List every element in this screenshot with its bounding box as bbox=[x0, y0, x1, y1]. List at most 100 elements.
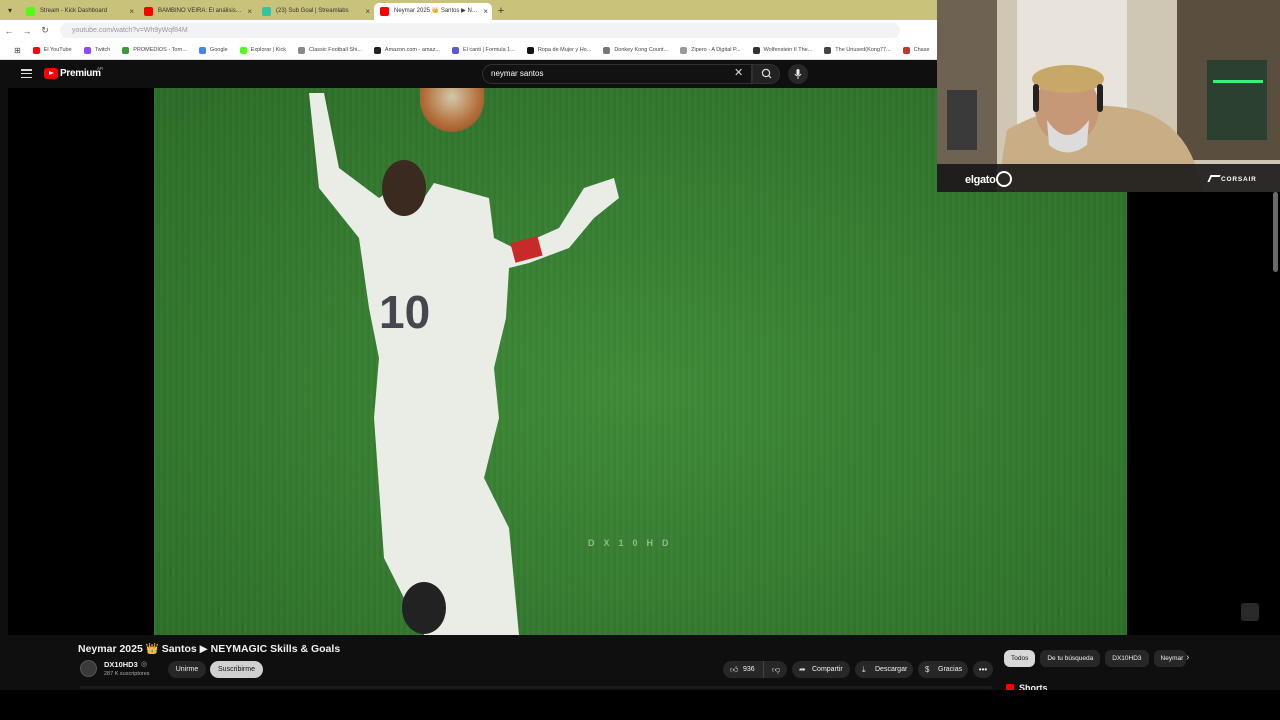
tab-search-icon[interactable]: ▾ bbox=[0, 0, 20, 20]
bookmark-favicon-icon bbox=[680, 46, 688, 54]
join-button[interactable]: Unirme bbox=[168, 661, 206, 678]
tab-label: Stream - Kick Dashboard bbox=[40, 8, 108, 14]
elgato-logo-icon bbox=[996, 171, 1012, 187]
super-thanks-icon: $ bbox=[925, 665, 930, 674]
bookmark-item[interactable]: El YouTube bbox=[32, 46, 72, 54]
bookmark-favicon-icon bbox=[239, 46, 247, 54]
svg-text:10: 10 bbox=[379, 286, 430, 338]
webcam-overlay: elgato CORSAIR bbox=[937, 0, 1280, 192]
bookmark-label: Donkey Kong Count... bbox=[614, 47, 669, 53]
subscribe-button[interactable]: Suscribirme bbox=[210, 661, 263, 678]
browser-tab-streamlabs[interactable]: (23) Sub Goal | Streamlabs × bbox=[256, 3, 374, 20]
download-button[interactable]: ⤓ Descargar bbox=[855, 661, 913, 678]
channel-subscribers: 287 K suscriptores bbox=[104, 671, 150, 677]
share-button[interactable]: ➦ Compartir bbox=[792, 661, 850, 678]
bottom-letterbox bbox=[0, 690, 1280, 720]
microphone-icon bbox=[794, 69, 802, 79]
dislike-button[interactable]: 👎︎ bbox=[763, 661, 787, 678]
share-arrow-icon: ➦ bbox=[799, 665, 806, 674]
streamlabs-icon bbox=[262, 7, 271, 16]
youtube-logo-icon[interactable] bbox=[44, 68, 58, 79]
bookmark-item[interactable]: Donkey Kong Count... bbox=[603, 46, 669, 54]
bookmark-label: Amazon.com - amaz... bbox=[384, 47, 440, 53]
download-icon: ⤓ bbox=[862, 665, 866, 674]
tab-label: Neymar 2025 👑 Santos ▶ NE... bbox=[394, 8, 481, 14]
chip-neymar[interactable]: Neymar bbox=[1153, 650, 1186, 667]
bookmark-item[interactable]: Explorar | Kick bbox=[239, 46, 287, 54]
search-input[interactable]: neymar santos bbox=[482, 64, 752, 84]
bookmarks-bar: ⊞ El YouTube Twitch PROMEDIOS - Torn... … bbox=[0, 41, 937, 60]
screen: ▾ Stream - Kick Dashboard × BAMBINO VEIR… bbox=[0, 0, 1280, 720]
bookmark-label: Classic Football Shi... bbox=[309, 47, 362, 53]
corsair-logo-icon bbox=[1207, 175, 1221, 182]
like-count: 936 bbox=[743, 666, 755, 673]
browser-tab-neymar[interactable]: Neymar 2025 👑 Santos ▶ NE... × bbox=[374, 3, 492, 20]
fullscreen-corner-icon[interactable] bbox=[1241, 603, 1259, 621]
url-field[interactable]: youtube.com/watch?v=Wh9yWqf84M bbox=[60, 23, 900, 38]
search-button[interactable] bbox=[752, 64, 780, 84]
bookmark-item[interactable]: Wolfenstein II The... bbox=[752, 46, 813, 54]
bookmark-item[interactable]: Twitch bbox=[83, 46, 111, 54]
search-icon bbox=[761, 68, 772, 79]
bookmark-favicon-icon bbox=[32, 46, 40, 54]
thanks-button[interactable]: $ Gracias bbox=[918, 661, 968, 678]
reload-icon[interactable]: ↻ bbox=[36, 25, 54, 36]
thanks-label: Gracias bbox=[938, 666, 963, 673]
bookmark-label: Zipero - A Digital P... bbox=[691, 47, 741, 53]
apps-grid-icon[interactable]: ⊞ bbox=[14, 46, 21, 55]
bookmark-favicon-icon bbox=[752, 46, 760, 54]
close-tab-icon[interactable]: × bbox=[365, 3, 370, 20]
bookmark-favicon-icon bbox=[603, 46, 611, 54]
bookmark-item[interactable]: The Unused(Kong77... bbox=[824, 46, 891, 54]
bookmark-favicon-icon bbox=[451, 46, 459, 54]
bookmark-item[interactable]: El canti | Formula 1... bbox=[451, 46, 515, 54]
kick-icon bbox=[26, 7, 35, 16]
thumbs-down-icon: 👎︎ bbox=[772, 665, 781, 674]
new-tab-plus-icon[interactable]: + bbox=[492, 3, 510, 20]
verified-badge-icon: ◎ bbox=[141, 661, 148, 668]
bookmark-label: El canti | Formula 1... bbox=[462, 47, 515, 53]
bookmark-favicon-icon bbox=[526, 46, 534, 54]
bookmark-label: PROMEDIOS - Torn... bbox=[133, 47, 187, 53]
video-watermark: DX10HD bbox=[588, 538, 678, 548]
bookmark-label: Wolfenstein II The... bbox=[763, 47, 813, 53]
bookmark-item[interactable]: PROMEDIOS - Torn... bbox=[122, 46, 187, 54]
bookmark-label: Twitch bbox=[94, 47, 111, 53]
like-button[interactable]: 👍︎ 936 bbox=[723, 661, 763, 678]
clear-search-icon[interactable]: ✕ bbox=[734, 66, 743, 80]
menu-icon[interactable] bbox=[21, 69, 32, 78]
bookmark-label: Google bbox=[209, 47, 228, 53]
forward-arrow-icon[interactable]: → bbox=[18, 26, 36, 36]
chevron-right-icon[interactable]: › bbox=[1186, 652, 1189, 663]
chip-channel[interactable]: DX10HD3 bbox=[1105, 650, 1149, 667]
bookmark-item[interactable]: Zipero - A Digital P... bbox=[680, 46, 741, 54]
close-tab-icon[interactable]: × bbox=[129, 3, 134, 20]
bookmark-item[interactable]: Amazon.com - amaz... bbox=[373, 46, 440, 54]
browser-tab-bambino[interactable]: BAMBINO VEIRA: El análisis d... × bbox=[138, 3, 256, 20]
youtube-brand-label[interactable]: Premium bbox=[60, 68, 101, 79]
browser-tab-kick[interactable]: Stream - Kick Dashboard × bbox=[20, 3, 138, 20]
page-scrollbar[interactable] bbox=[1273, 192, 1278, 272]
youtube-header: Premium AR neymar santos ✕ bbox=[8, 60, 937, 88]
channel-avatar[interactable] bbox=[80, 660, 97, 677]
bookmark-item[interactable]: Ropa de Mujer y Ho... bbox=[526, 46, 591, 54]
bookmark-item[interactable]: Google bbox=[198, 46, 228, 54]
address-bar-row: ← → ↻ youtube.com/watch?v=Wh9yWqf84M bbox=[0, 20, 937, 41]
bookmark-favicon-icon bbox=[198, 46, 206, 54]
country-code: AR bbox=[97, 66, 104, 71]
chip-from-search[interactable]: De tu búsqueda bbox=[1040, 650, 1101, 667]
bookmark-label: Explorar | Kick bbox=[250, 47, 287, 53]
close-tab-icon[interactable]: × bbox=[483, 3, 488, 20]
more-actions-button[interactable]: ••• bbox=[973, 661, 993, 678]
video-frame-player: 10 bbox=[309, 93, 619, 635]
back-arrow-icon[interactable]: ← bbox=[0, 26, 18, 36]
channel-name[interactable]: DX10HD3 bbox=[104, 660, 138, 669]
bookmark-label: Chase bbox=[913, 47, 930, 53]
chip-all[interactable]: Todos bbox=[1004, 650, 1036, 667]
elgato-brand: elgato bbox=[965, 174, 996, 186]
bookmark-item[interactable]: Chase bbox=[902, 46, 930, 54]
bookmark-item[interactable]: Classic Football Shi... bbox=[298, 46, 362, 54]
close-tab-icon[interactable]: × bbox=[247, 3, 252, 20]
voice-search-button[interactable] bbox=[788, 64, 808, 84]
bookmark-favicon-icon bbox=[902, 46, 910, 54]
